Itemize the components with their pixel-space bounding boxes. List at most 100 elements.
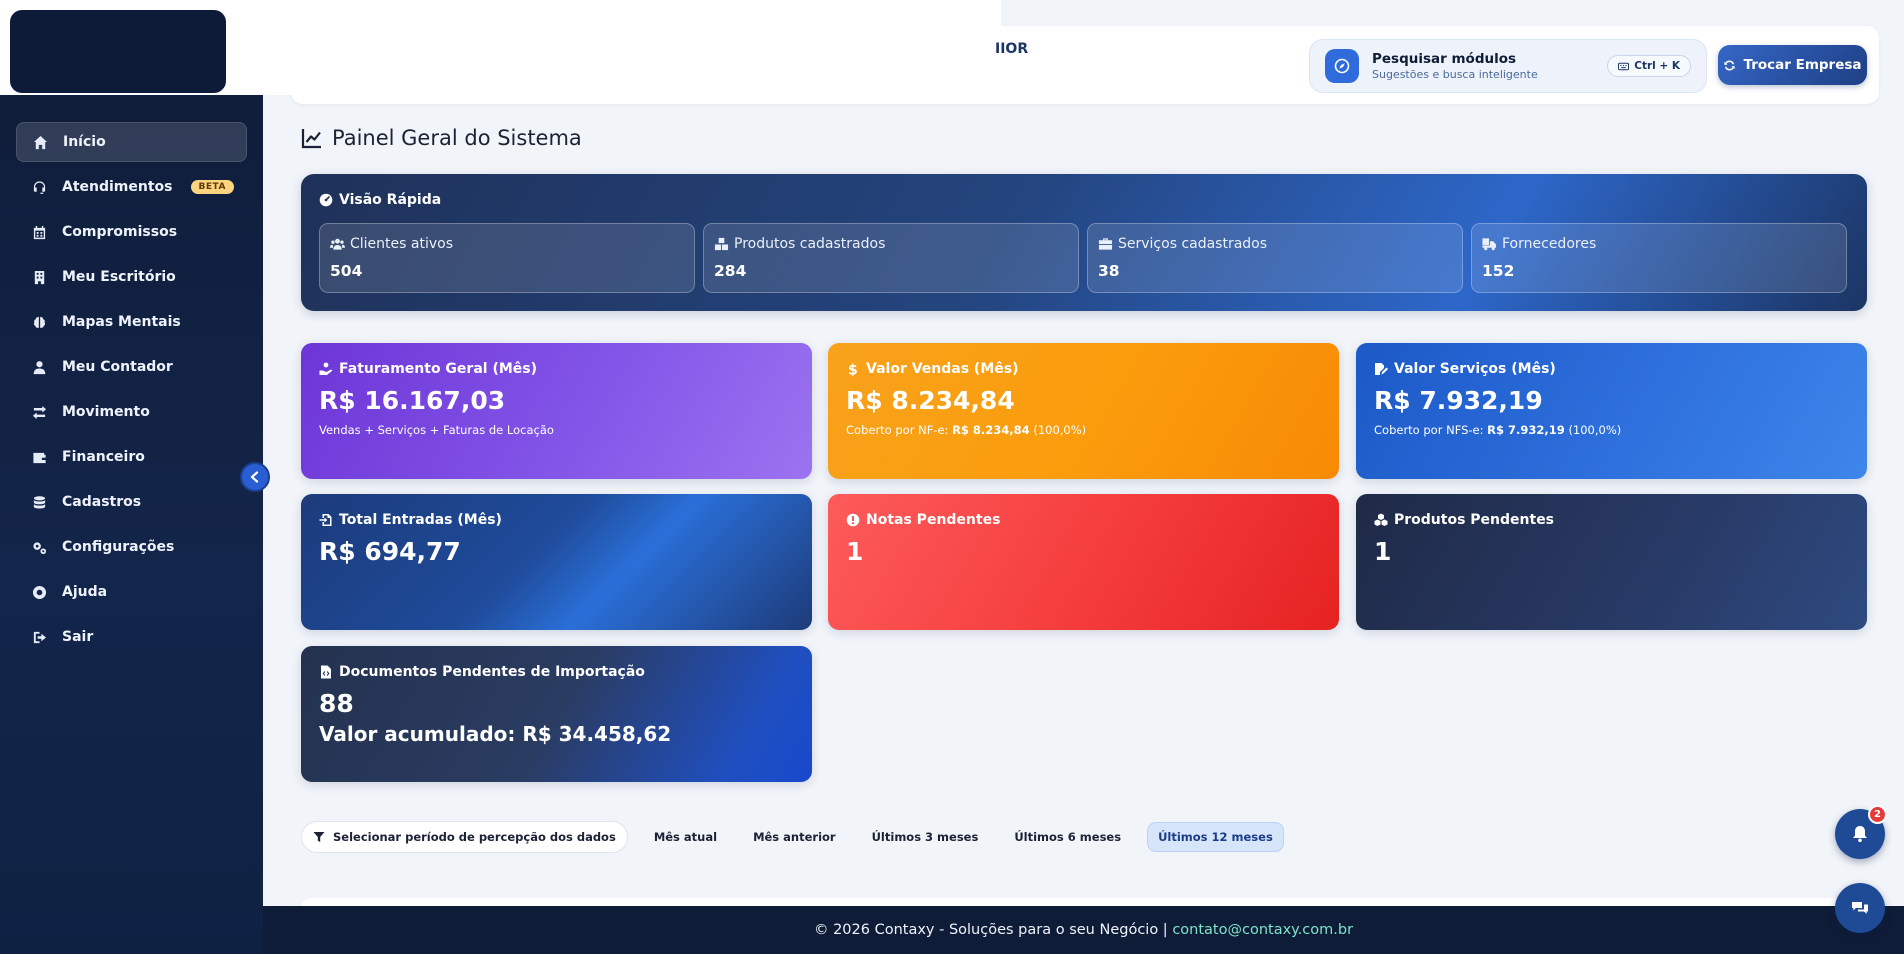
truck-icon <box>1482 238 1497 251</box>
sidebar-collapse-button[interactable] <box>240 462 270 492</box>
quick-card-label-text: Fornecedores <box>1502 236 1597 252</box>
period-option-mes-anterior[interactable]: Mês anterior <box>743 822 846 852</box>
sidebar-item-label: Meu Contador <box>62 359 173 375</box>
quick-card-label-text: Serviços cadastrados <box>1118 236 1268 252</box>
svg-text:$: $ <box>848 363 858 377</box>
shortcut-badge: Ctrl + K <box>1607 55 1691 77</box>
sidebar-item-label: Movimento <box>62 404 150 420</box>
card-label-text: Valor Vendas (Mês) <box>866 361 1019 377</box>
card-label: Documentos Pendentes de Importação <box>319 664 794 680</box>
card-subtext: Coberto por NFS-e: R$ 7.932,19 (100,0%) <box>1374 423 1849 437</box>
sidebar-item-meu-escritorio[interactable]: Meu Escritório <box>16 257 247 297</box>
card-value: R$ 7.932,19 <box>1374 386 1543 415</box>
period-filter: Selecionar período de percepção dos dado… <box>301 821 1284 853</box>
lifebuoy-icon <box>30 583 48 601</box>
switch-company-button[interactable]: Trocar Empresa <box>1718 45 1867 85</box>
card-label: Faturamento Geral (Mês) <box>319 361 794 377</box>
chevron-left-icon <box>250 471 259 483</box>
quick-card-value: 152 <box>1482 262 1515 280</box>
exchange-icon <box>30 403 48 421</box>
sidebar-item-label: Cadastros <box>62 494 142 510</box>
shortcut-label: Ctrl + K <box>1634 60 1680 72</box>
quick-card-clientes[interactable]: Clientes ativos 504 <box>319 223 695 293</box>
header-partial-text: IIOR <box>995 41 1029 57</box>
quick-card-value: 504 <box>330 262 363 280</box>
logout-icon <box>30 628 48 646</box>
card-subtext: Vendas + Serviços + Faturas de Locação <box>319 423 554 437</box>
home-icon <box>31 133 49 151</box>
file-code-icon <box>321 665 331 679</box>
quick-card-label: Clientes ativos <box>330 236 684 252</box>
card-documentos-pendentes[interactable]: Documentos Pendentes de Importação 88 Va… <box>301 646 812 782</box>
sidebar-item-label: Atendimentos <box>62 179 173 195</box>
coverage-prefix: Coberto por NF-e: <box>846 423 949 437</box>
search-text: Pesquisar módulos Sugestões e busca inte… <box>1372 51 1538 81</box>
sidebar-item-configuracoes[interactable]: Configurações <box>16 527 247 567</box>
card-vendas[interactable]: $ Valor Vendas (Mês) R$ 8.234,84 Coberto… <box>828 343 1339 479</box>
quick-card-value: 284 <box>714 262 747 280</box>
search-title: Pesquisar módulos <box>1372 51 1517 67</box>
quick-card-fornecedores[interactable]: Fornecedores 152 <box>1471 223 1847 293</box>
card-servicos[interactable]: Valor Serviços (Mês) R$ 7.932,19 Coberto… <box>1356 343 1867 479</box>
sidebar-item-mapas-mentais[interactable]: Mapas Mentais <box>16 302 247 342</box>
footer-email-link[interactable]: contato@contaxy.com.br <box>1172 922 1353 938</box>
calendar-icon <box>30 223 48 241</box>
card-label: Valor Serviços (Mês) <box>1374 361 1849 377</box>
footer-text: © 2026 Contaxy - Soluções para o seu Neg… <box>813 922 1168 938</box>
sidebar-item-inicio[interactable]: Início <box>16 122 247 162</box>
sidebar-item-ajuda[interactable]: Ajuda <box>16 572 247 612</box>
card-total-entradas[interactable]: Total Entradas (Mês) R$ 694,77 <box>301 494 812 630</box>
card-label-text: Faturamento Geral (Mês) <box>339 361 538 377</box>
period-option-ultimos-6-meses[interactable]: Últimos 6 meses <box>1004 822 1131 852</box>
sidebar-item-movimento[interactable]: Movimento <box>16 392 247 432</box>
quick-card-produtos[interactable]: Produtos cadastrados 284 <box>703 223 1079 293</box>
quick-card-value: 38 <box>1098 262 1120 280</box>
quick-card-label-text: Produtos cadastrados <box>734 236 886 252</box>
card-value: R$ 16.167,03 <box>319 386 506 415</box>
card-label: Notas Pendentes <box>846 512 1321 528</box>
search-subtitle: Sugestões e busca inteligente <box>1372 68 1538 81</box>
gears-icon <box>30 538 48 556</box>
quick-card-label: Serviços cadastrados <box>1098 236 1452 252</box>
coverage-value: R$ 8.234,84 <box>952 423 1030 437</box>
period-option-mes-atual[interactable]: Mês atual <box>644 822 727 852</box>
sidebar-nav: Início Atendimentos BETA Compromissos Me… <box>16 122 247 662</box>
chat-button[interactable] <box>1835 883 1885 933</box>
user-icon <box>30 358 48 376</box>
sidebar-item-meu-contador[interactable]: Meu Contador <box>16 347 247 387</box>
chat-icon <box>1852 902 1868 914</box>
sidebar-item-compromissos[interactable]: Compromissos <box>16 212 247 252</box>
card-label-text: Produtos Pendentes <box>1394 512 1555 528</box>
coverage-prefix: Coberto por NFS-e: <box>1374 423 1484 437</box>
card-label-text: Documentos Pendentes de Importação <box>339 664 645 680</box>
card-value: 1 <box>1374 537 1392 566</box>
period-option-ultimos-12-meses[interactable]: Últimos 12 meses <box>1147 822 1284 852</box>
quick-card-servicos[interactable]: Serviços cadastrados 38 <box>1087 223 1463 293</box>
chart-line-icon <box>301 129 321 149</box>
period-option-ultimos-3-meses[interactable]: Últimos 3 meses <box>862 822 989 852</box>
card-subtext: Coberto por NF-e: R$ 8.234,84 (100,0%) <box>846 423 1321 437</box>
module-search-button[interactable]: Pesquisar módulos Sugestões e busca inte… <box>1309 39 1707 93</box>
notifications-button[interactable]: 2 <box>1835 805 1887 859</box>
period-filter-label: Selecionar período de percepção dos dado… <box>301 821 628 853</box>
sidebar-item-cadastros[interactable]: Cadastros <box>16 482 247 522</box>
card-label-text: Total Entradas (Mês) <box>339 512 502 528</box>
card-label: Produtos Pendentes <box>1374 512 1849 528</box>
card-produtos-pendentes[interactable]: Produtos Pendentes 1 <box>1356 494 1867 630</box>
card-label: $ Valor Vendas (Mês) <box>846 361 1321 377</box>
quick-view-title-text: Visão Rápida <box>339 192 442 208</box>
card-accumulated-value: Valor acumulado: R$ 34.458,62 <box>319 722 672 746</box>
sidebar-item-atendimentos[interactable]: Atendimentos BETA <box>16 167 247 207</box>
sidebar-item-label: Sair <box>62 629 94 645</box>
sidebar-item-sair[interactable]: Sair <box>16 617 247 657</box>
card-value: R$ 694,77 <box>319 537 461 566</box>
card-notas-pendentes[interactable]: Notas Pendentes 1 <box>828 494 1339 630</box>
file-import-icon <box>319 514 332 526</box>
card-faturamento[interactable]: Faturamento Geral (Mês) R$ 16.167,03 Ven… <box>301 343 812 479</box>
quick-view-title: Visão Rápida <box>319 192 441 208</box>
briefcase-icon <box>1098 238 1113 250</box>
coverage-value: R$ 7.932,19 <box>1487 423 1565 437</box>
keyboard-icon <box>1618 62 1630 70</box>
sidebar-item-financeiro[interactable]: Financeiro <box>16 437 247 477</box>
filter-icon <box>313 832 325 842</box>
